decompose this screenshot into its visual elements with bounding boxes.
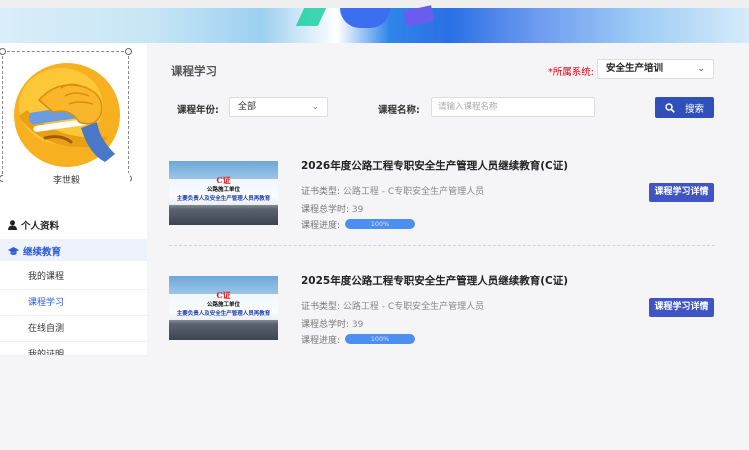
course-cert-type: 证书类型: 公路工程 - C专职安全生产管理人员 [301, 299, 484, 312]
progress-bar: 100% [345, 334, 415, 344]
search-button-label: 搜索 [684, 103, 704, 115]
course-name-label: 课程名称: [378, 105, 420, 116]
banner-decoration [403, 5, 435, 27]
search-icon [665, 102, 675, 113]
course-progress-label: 课程进度: [301, 336, 341, 346]
chevron-down-icon: ⌄ [311, 102, 319, 112]
hours-value: 39 [351, 320, 364, 330]
search-button[interactable]: 搜索 [655, 97, 714, 118]
progress-bar: 100% [345, 219, 415, 229]
sidebar-item-my-courses[interactable]: 我的课程 [0, 264, 147, 290]
graduation-cap-icon [8, 246, 19, 255]
year-label: 课程年份: [177, 105, 219, 116]
username: 李世毅 [3, 173, 130, 186]
cert-value: 公路工程 - C专职安全生产管理人员 [342, 187, 485, 197]
cert-label: 证书类型: [301, 302, 341, 312]
cert-value: 公路工程 - C专职安全生产管理人员 [342, 302, 485, 312]
hours-label: 课程总学时: [301, 320, 350, 330]
page-title: 课程学习 [171, 64, 217, 78]
system-label-text: 所属系统: [552, 67, 594, 78]
course-hours: 课程总学时: 39 [301, 317, 363, 330]
sidebar-item-self-test[interactable]: 在线自测 [0, 316, 147, 342]
sidebar-item-course-study[interactable]: 课程学习 [0, 290, 147, 316]
thumbnail-line1: 公路施工单位 [206, 187, 240, 193]
sidebar-item-my-certificate[interactable]: 我的证明 [0, 342, 147, 356]
nav-continuing-edu[interactable]: 继续教育 [0, 239, 147, 261]
course-card: C证 公路施工单位 主要负责人及安全生产管理人员再教育 2026年度公路工程专职… [167, 158, 717, 251]
banner-top-strip [0, 0, 749, 8]
course-thumbnail[interactable]: C证 公路施工单位 主要负责人及安全生产管理人员再教育 [169, 161, 278, 225]
avatar-crop-box[interactable]: 李世毅 [0, 48, 132, 186]
course-detail-button[interactable]: 课程学习详情 [649, 298, 714, 317]
course-cert-type: 证书类型: 公路工程 - C专职安全生产管理人员 [301, 184, 484, 197]
avatar [14, 63, 120, 167]
nav-personal-info[interactable]: 个人资料 [8, 218, 59, 232]
main-content: 课程学习 *所属系统: 安全生产培训 ⌄ 课程年份: 全部 ⌄ 课程名称: 搜索… [147, 43, 732, 356]
course-title[interactable]: 2026年度公路工程专职安全生产管理人员继续教育(C证) [301, 158, 568, 173]
thumbnail-line2: 主要负责人及安全生产管理人员再教育 [176, 196, 271, 202]
year-select-value: 全部 [238, 102, 257, 112]
user-icon [8, 220, 17, 230]
thumbnail-line1: 公路施工单位 [206, 302, 240, 308]
resize-handle[interactable] [0, 48, 6, 55]
system-select-value: 安全生产培训 [606, 63, 664, 74]
course-title[interactable]: 2025年度公路工程专职安全生产管理人员继续教育(C证) [301, 273, 568, 288]
course-card: C证 公路施工单位 主要负责人及安全生产管理人员再教育 2025年度公路工程专职… [167, 273, 717, 366]
nav-personal-label: 个人资料 [21, 221, 60, 232]
course-progress-label: 课程进度: [301, 221, 341, 231]
course-detail-button[interactable]: 课程学习详情 [649, 183, 714, 202]
cert-label: 证书类型: [301, 187, 341, 197]
resize-handle[interactable] [125, 48, 132, 55]
thumbnail-line2: 主要负责人及安全生产管理人员再教育 [176, 311, 271, 317]
banner-decoration [340, 8, 390, 28]
system-select[interactable]: 安全生产培训 ⌄ [597, 59, 714, 79]
top-banner [0, 0, 749, 43]
system-label: *所属系统: [548, 64, 594, 78]
chevron-down-icon: ⌄ [697, 64, 705, 74]
nav-continuing-edu-label: 继续教育 [23, 247, 62, 258]
hours-value: 39 [351, 205, 364, 215]
hours-label: 课程总学时: [301, 205, 350, 215]
course-divider [169, 245, 715, 246]
sidebar: 李世毅 个人资料 继续教育 我的课程 课程学习 在线自测 我的证明 [0, 43, 147, 356]
banner-decoration [295, 8, 327, 26]
course-thumbnail[interactable]: C证 公路施工单位 主要负责人及安全生产管理人员再教育 [169, 276, 278, 340]
course-name-input[interactable] [431, 97, 595, 117]
year-select[interactable]: 全部 ⌄ [229, 97, 328, 117]
course-hours: 课程总学时: 39 [301, 202, 363, 215]
